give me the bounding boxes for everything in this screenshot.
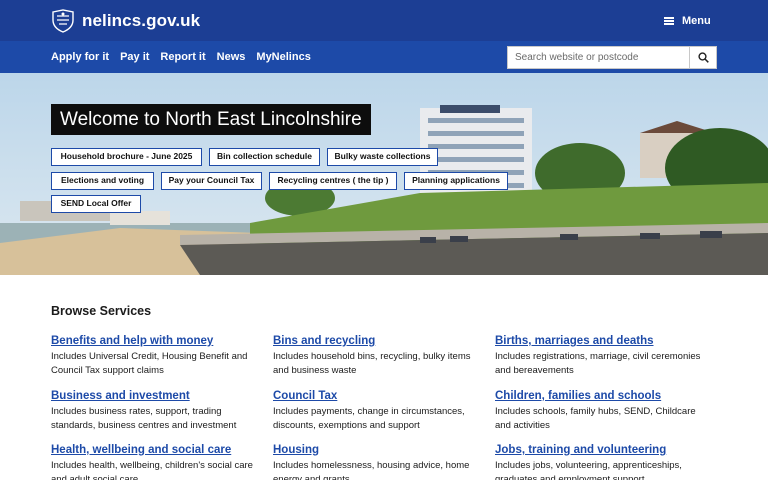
nav-apply-for-it[interactable]: Apply for it (51, 51, 109, 63)
nav-mynelincs[interactable]: MyNelincs (256, 51, 310, 63)
nav-news[interactable]: News (217, 51, 246, 63)
quick-link-recycling-centres[interactable]: Recycling centres ( the tip ) (269, 172, 397, 190)
quick-link-elections[interactable]: Elections and voting (51, 172, 154, 190)
hero-title: Welcome to North East Lincolnshire (51, 104, 371, 135)
service-description: Includes registrations, marriage, civil … (495, 351, 701, 376)
service-link-children[interactable]: Children, families and schools (495, 389, 705, 403)
service-link-health[interactable]: Health, wellbeing and social care (51, 443, 261, 457)
service-link-bins[interactable]: Bins and recycling (273, 334, 483, 348)
service-item: Health, wellbeing and social care Includ… (51, 443, 261, 480)
menu-label: Menu (682, 15, 711, 27)
service-item: Jobs, training and volunteering Includes… (495, 443, 705, 480)
service-description: Includes schools, family hubs, SEND, Chi… (495, 406, 696, 431)
council-crest-logo[interactable] (50, 9, 76, 33)
menu-button[interactable]: Menu (664, 13, 711, 29)
site-header: nelincs.gov.uk Menu (0, 0, 768, 41)
service-link-council-tax[interactable]: Council Tax (273, 389, 483, 403)
service-description: Includes homelessness, housing advice, h… (273, 460, 470, 480)
quick-link-household-brochure[interactable]: Household brochure - June 2025 (51, 148, 202, 166)
service-link-births[interactable]: Births, marriages and deaths (495, 334, 705, 348)
service-item: Bins and recycling Includes household bi… (273, 334, 483, 378)
service-link-housing[interactable]: Housing (273, 443, 483, 457)
search-button[interactable] (689, 47, 716, 68)
service-description: Includes household bins, recycling, bulk… (273, 351, 471, 376)
service-item: Children, families and schools Includes … (495, 389, 705, 433)
service-description: Includes jobs, volunteering, apprentices… (495, 460, 682, 480)
service-item: Council Tax Includes payments, change in… (273, 389, 483, 433)
hamburger-icon (664, 17, 674, 25)
browse-services-heading: Browse Services (51, 304, 152, 318)
quick-link-bin-collection[interactable]: Bin collection schedule (209, 148, 320, 166)
service-description: Includes Universal Credit, Housing Benef… (51, 351, 248, 376)
nav-report-it[interactable]: Report it (160, 51, 205, 63)
service-link-business[interactable]: Business and investment (51, 389, 261, 403)
service-link-jobs[interactable]: Jobs, training and volunteering (495, 443, 705, 457)
quick-link-planning[interactable]: Planning applications (404, 172, 508, 190)
quick-link-send-local-offer[interactable]: SEND Local Offer (51, 195, 141, 213)
service-link-benefits[interactable]: Benefits and help with money (51, 334, 261, 348)
service-description: Includes business rates, support, tradin… (51, 406, 237, 431)
search-input[interactable] (508, 47, 689, 68)
service-description: Includes payments, change in circumstanc… (273, 406, 465, 431)
service-item: Benefits and help with money Includes Un… (51, 334, 261, 378)
service-description: Includes health, wellbeing, children's s… (51, 460, 253, 480)
service-item: Births, marriages and deaths Includes re… (495, 334, 705, 378)
service-item: Business and investment Includes busines… (51, 389, 261, 433)
nav-pay-it[interactable]: Pay it (120, 51, 149, 63)
search-icon (697, 52, 709, 63)
quick-link-bulky-waste[interactable]: Bulky waste collections (327, 148, 438, 166)
search-box (507, 46, 717, 69)
service-item: Housing Includes homelessness, housing a… (273, 443, 483, 480)
quick-link-council-tax[interactable]: Pay your Council Tax (161, 172, 262, 190)
site-name[interactable]: nelincs.gov.uk (82, 10, 200, 32)
